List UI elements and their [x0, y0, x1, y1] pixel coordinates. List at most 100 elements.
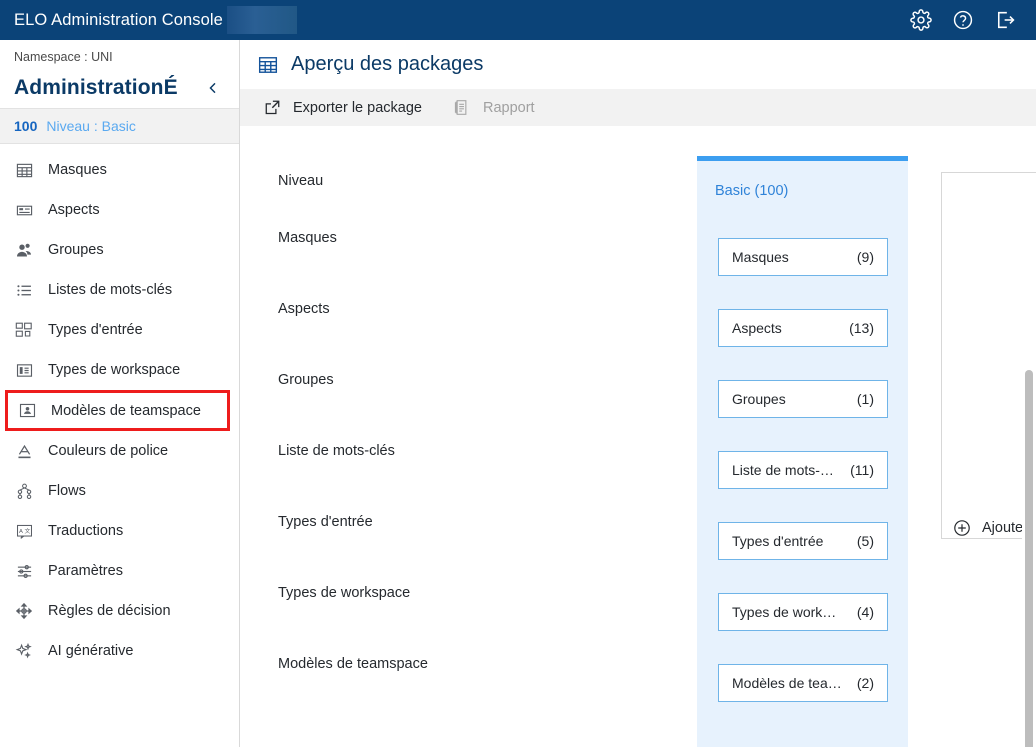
sidebar-item-types-de-workspace[interactable]: Types de workspace: [0, 350, 239, 390]
sidebar-item-masques[interactable]: Masques: [0, 150, 239, 190]
card-name: Groupes: [732, 391, 786, 407]
row-label-niveau: Niveau: [278, 173, 324, 189]
decision-icon: [14, 601, 34, 621]
level-label: Niveau : Basic: [46, 118, 136, 134]
row-label-modeles-de-teamspace: Modèles de teamspace: [278, 656, 428, 672]
chevron-left-icon[interactable]: [201, 76, 225, 100]
svg-text:文: 文: [24, 527, 30, 535]
sidebar-item-traductions[interactable]: A 文 Traductions: [0, 511, 239, 551]
sidebar-nav: Masques Aspects Groupes Listes de mots-c…: [0, 144, 239, 671]
package-card-groupes[interactable]: Groupes (1): [718, 380, 888, 418]
package-board: Basic (100) Masques (9) Aspects (13) Gro…: [240, 126, 1036, 747]
sidebar-item-ai-generative[interactable]: AI générative: [0, 631, 239, 671]
package-card-aspects[interactable]: Aspects (13): [718, 309, 888, 347]
logout-icon[interactable]: [994, 9, 1016, 31]
package-card-types-de-workspace[interactable]: Types de work… (4): [718, 593, 888, 631]
sidebar-item-label: Traductions: [48, 523, 124, 539]
sidebar-item-modeles-de-teamspace[interactable]: Modèles de teamspace: [5, 390, 230, 431]
users-icon: [14, 240, 34, 260]
sidebar-item-aspects[interactable]: Aspects: [0, 190, 239, 230]
table-icon: [258, 55, 278, 75]
sidebar-item-parametres[interactable]: Paramètres: [0, 551, 239, 591]
sidebar-item-label: Aspects: [48, 202, 100, 218]
export-icon: [262, 98, 282, 118]
card-count: (13): [849, 320, 874, 336]
export-package-button[interactable]: Exporter le package: [262, 98, 422, 118]
sidebar-item-label: Flows: [48, 483, 86, 499]
row-label-masques: Masques: [278, 230, 337, 246]
card-count: (1): [856, 391, 874, 407]
sidebar-item-flows[interactable]: Flows: [0, 471, 239, 511]
card-name: Masques: [732, 249, 789, 265]
card-count: (5): [856, 533, 874, 549]
card-name: Liste de mots-…: [732, 462, 834, 478]
level-number: 100: [14, 118, 38, 134]
report-label: Rapport: [482, 99, 535, 116]
entry-types-icon: [14, 320, 34, 340]
row-label-types-de-workspace: Types de workspace: [278, 585, 411, 601]
top-bar: ELO Administration Console: [0, 0, 1036, 40]
sidebar-item-label: Types de workspace: [48, 362, 181, 378]
gear-icon[interactable]: [910, 9, 932, 31]
main-title-bar: Aperçu des packages: [240, 40, 1036, 89]
sidebar-item-label: Paramètres: [48, 563, 123, 579]
top-bar-actions: [910, 9, 1036, 31]
help-icon[interactable]: [952, 9, 974, 31]
font-color-icon: [14, 441, 34, 461]
row-label-liste-de-mots-cles: Liste de mots-clés: [278, 443, 395, 459]
sidebar-item-groupes[interactable]: Groupes: [0, 230, 239, 270]
translate-icon: A 文: [14, 521, 34, 541]
table-icon: [14, 160, 34, 180]
plus-circle-icon: [952, 518, 972, 538]
sidebar-item-label: Listes de mots-clés: [48, 282, 173, 298]
row-label-aspects: Aspects: [278, 301, 330, 317]
row-label-types-dentree: Types d'entrée: [278, 514, 373, 530]
card-name: Types de work…: [732, 604, 837, 620]
vertical-scrollbar-thumb[interactable]: [1025, 370, 1033, 747]
row-label-groupes: Groupes: [278, 372, 334, 388]
list-icon: [14, 280, 34, 300]
main-content: Aperçu des packages Exporter le package: [240, 40, 1036, 747]
sidebar-item-label: Groupes: [48, 242, 104, 258]
sidebar-item-couleurs-de-police[interactable]: Couleurs de police: [0, 431, 239, 471]
sidebar-item-label: Couleurs de police: [48, 443, 169, 459]
main-toolbar: Exporter le package Rapport: [240, 89, 1036, 126]
workspace-icon: [14, 360, 34, 380]
sidebar-item-label: Modèles de teamspace: [51, 402, 201, 419]
card-name: Aspects: [732, 320, 782, 336]
sidebar-item-label: Masques: [48, 162, 107, 178]
main-heading: Aperçu des packages: [291, 53, 484, 75]
sidebar-header: AdministrationÉ: [0, 64, 239, 108]
card-name: Types d'entrée: [732, 533, 824, 549]
card-count: (4): [856, 604, 874, 620]
package-card-modeles-de-teamspace[interactable]: Modèles de tea… (2): [718, 664, 888, 702]
sparkle-icon: [14, 641, 34, 661]
app-title: ELO Administration Console: [14, 10, 223, 29]
sidebar: Namespace : UNI AdministrationÉ 100 Nive…: [0, 40, 240, 747]
package-card-types-dentree[interactable]: Types d'entrée (5): [718, 522, 888, 560]
vertical-scrollbar-track[interactable]: [1022, 212, 1036, 747]
card-count: (9): [856, 249, 874, 265]
package-card-liste-de-mots-cles[interactable]: Liste de mots-… (11): [718, 451, 888, 489]
export-package-label: Exporter le package: [293, 99, 422, 116]
sidebar-item-listes-de-mots-cles[interactable]: Listes de mots-clés: [0, 270, 239, 310]
level-column-header: Basic (100): [715, 183, 789, 199]
report-button[interactable]: Rapport: [452, 98, 535, 118]
namespace-label: Namespace : UNI: [14, 50, 113, 64]
package-card-masques[interactable]: Masques (9): [718, 238, 888, 276]
flow-icon: [14, 481, 34, 501]
level-column-basic: Basic (100) Masques (9) Aspects (13) Gro…: [697, 156, 908, 747]
card-icon: [14, 200, 34, 220]
card-name: Modèles de tea…: [732, 675, 842, 691]
sidebar-item-label: AI générative: [48, 643, 134, 659]
card-count: (11): [850, 462, 874, 478]
report-icon: [452, 98, 472, 118]
teamspace-icon: [17, 401, 37, 421]
sliders-icon: [14, 561, 34, 581]
sidebar-level-row[interactable]: 100 Niveau : Basic: [0, 108, 239, 144]
loading-placeholder: [226, 6, 297, 34]
svg-text:A: A: [19, 529, 23, 535]
page-title: AdministrationÉ: [14, 76, 178, 99]
sidebar-item-regles-de-decision[interactable]: Règles de décision: [0, 591, 239, 631]
sidebar-item-types-dentree[interactable]: Types d'entrée: [0, 310, 239, 350]
